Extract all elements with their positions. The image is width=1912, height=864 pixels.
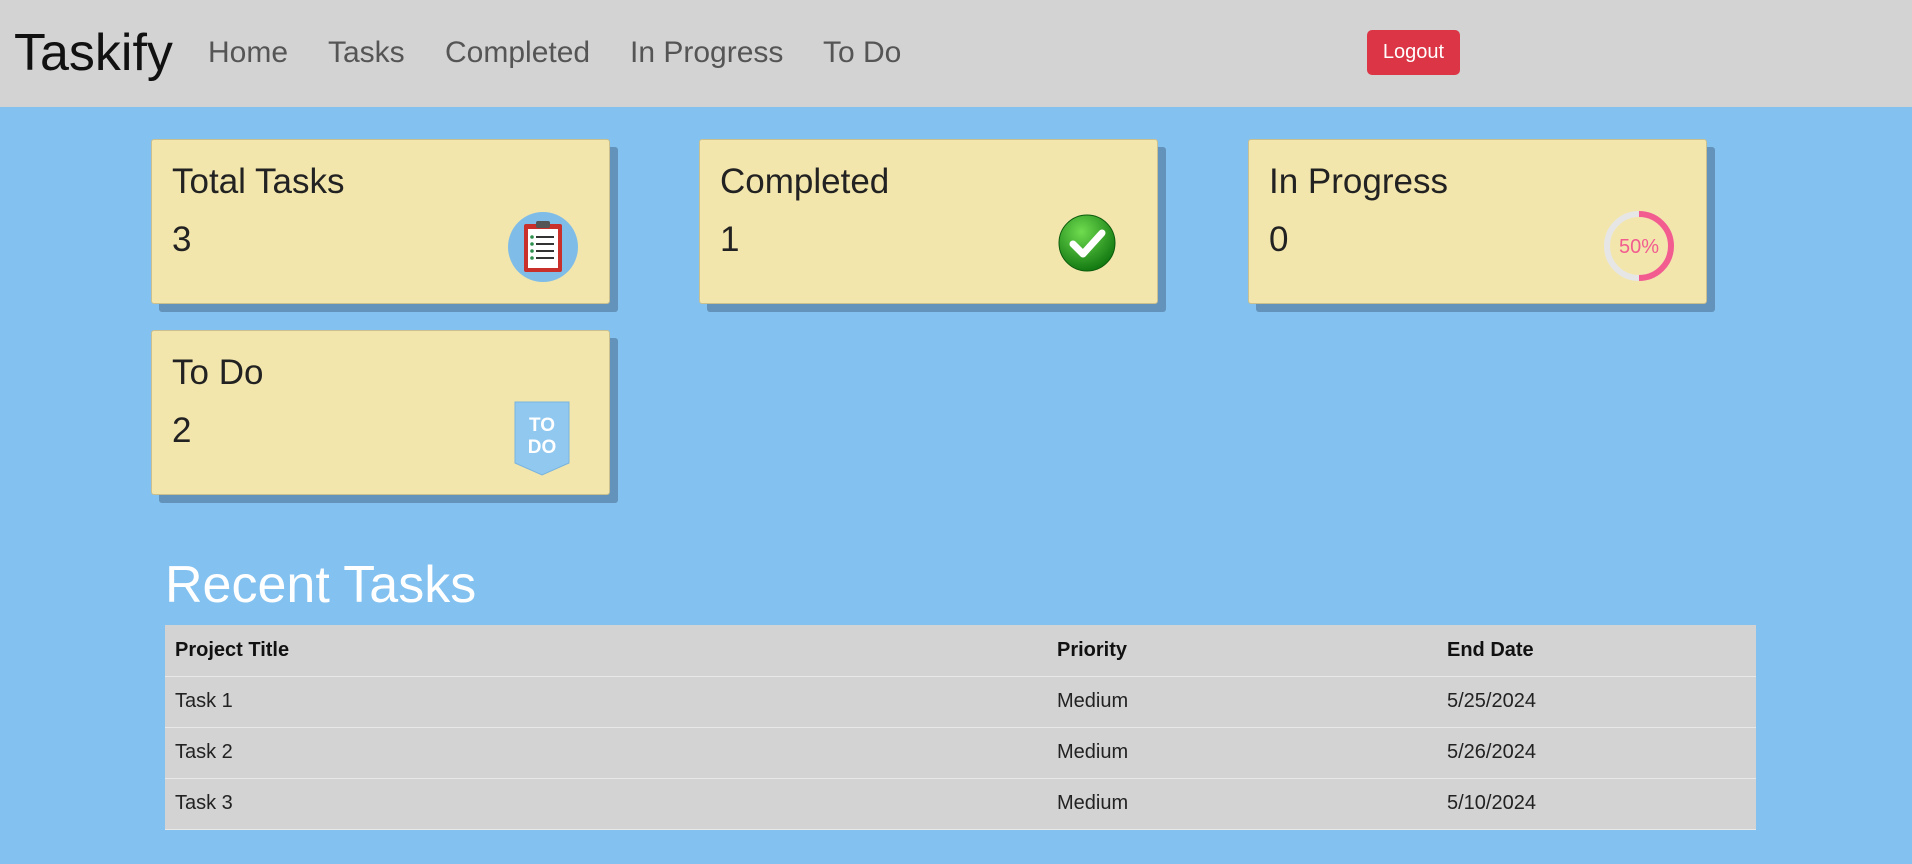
cell-end-date: 5/10/2024 [1437,778,1756,830]
nav-tasks[interactable]: Tasks [328,36,405,70]
todo-tag-icon: TO DO [514,401,570,477]
completed-value: 1 [720,220,740,259]
todo-tag-text-bottom: DO [528,437,557,458]
todo-tag-text-top: TO [529,415,555,436]
recent-tasks-table: Project Title Priority End Date Task 1 M… [165,625,1756,830]
table-row[interactable]: Task 3 Medium 5/10/2024 [165,778,1756,830]
cell-project-title: Task 2 [165,727,1047,779]
cell-project-title: Task 3 [165,778,1047,830]
todo-card: To Do 2 TO DO [151,330,610,495]
completed-label: Completed [720,162,890,201]
table-row[interactable]: Task 1 Medium 5/25/2024 [165,676,1756,728]
total-tasks-label: Total Tasks [172,162,345,201]
column-header-priority[interactable]: Priority [1047,625,1437,677]
progress-ring-icon: 50% [1603,210,1675,282]
navbar: Taskify Home Tasks Completed In Progress… [0,0,1912,107]
cell-end-date: 5/26/2024 [1437,727,1756,779]
completed-card: Completed 1 [699,139,1158,304]
check-icon [1057,213,1117,273]
cell-project-title: Task 1 [165,676,1047,728]
in-progress-value: 0 [1269,220,1289,259]
column-header-project-title[interactable]: Project Title [165,625,1047,677]
recent-tasks-heading: Recent Tasks [165,556,477,614]
total-tasks-card: Total Tasks 3 [151,139,610,304]
clipboard-icon [507,211,579,283]
nav-todo[interactable]: To Do [823,36,901,70]
cell-priority: Medium [1047,778,1437,830]
column-header-end-date[interactable]: End Date [1437,625,1756,677]
table-row[interactable]: Task 2 Medium 5/26/2024 [165,727,1756,779]
logout-button[interactable]: Logout [1367,30,1460,75]
todo-label: To Do [172,353,264,392]
nav-completed[interactable]: Completed [445,36,590,70]
in-progress-label: In Progress [1269,162,1448,201]
nav-home[interactable]: Home [208,36,288,70]
progress-ring-text: 50% [1619,236,1659,258]
cell-end-date: 5/25/2024 [1437,676,1756,728]
cell-priority: Medium [1047,676,1437,728]
todo-value: 2 [172,411,192,450]
table-header-row: Project Title Priority End Date [165,625,1756,677]
cell-priority: Medium [1047,727,1437,779]
nav-in-progress[interactable]: In Progress [630,36,783,70]
in-progress-card: In Progress 0 50% [1248,139,1707,304]
total-tasks-value: 3 [172,220,192,259]
brand-logo[interactable]: Taskify [14,22,173,84]
